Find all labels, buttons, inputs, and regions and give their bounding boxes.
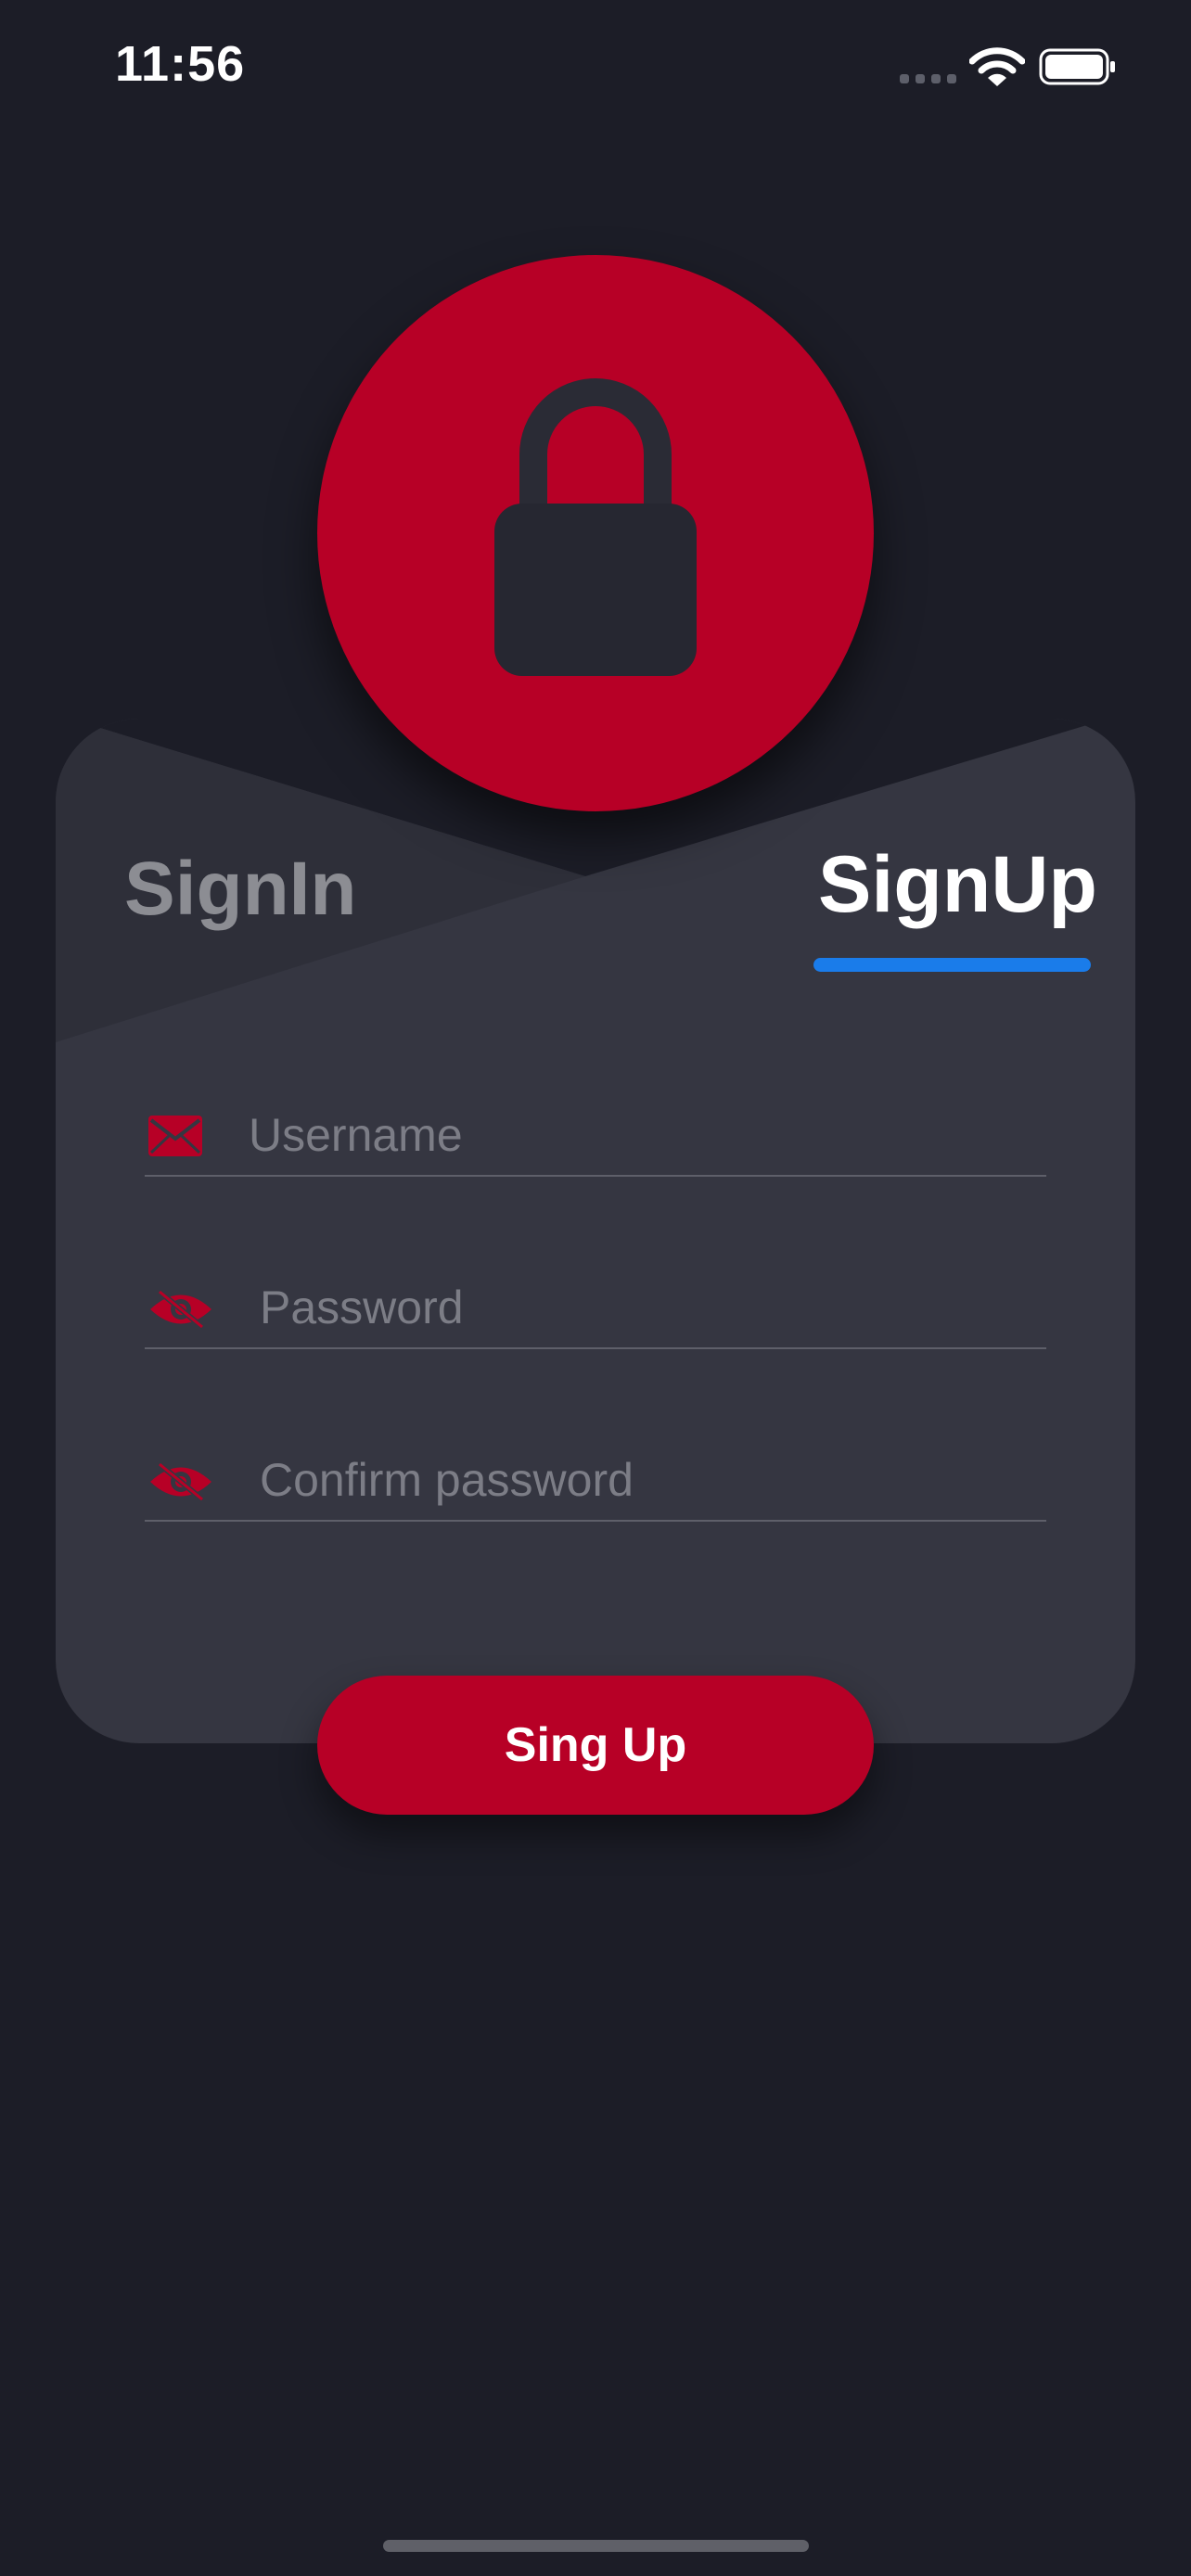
wifi-icon	[968, 46, 1026, 87]
tab-signin[interactable]: SignIn	[124, 846, 357, 933]
sign-up-button[interactable]: Sing Up	[317, 1676, 874, 1815]
password-placeholder: Password	[260, 1282, 464, 1333]
cellular-signal-icon	[900, 74, 957, 83]
battery-icon	[1039, 48, 1117, 85]
username-placeholder: Username	[249, 1109, 463, 1161]
username-field[interactable]: Username	[145, 1064, 1046, 1177]
password-field[interactable]: Password	[145, 1236, 1046, 1349]
padlock-icon	[494, 378, 697, 676]
lock-badge	[317, 255, 874, 811]
tab-signup[interactable]: SignUp	[818, 839, 1097, 931]
active-tab-indicator	[813, 958, 1091, 972]
home-indicator[interactable]	[383, 2540, 809, 2552]
envelope-icon	[148, 1116, 202, 1161]
eye-slash-icon[interactable]	[148, 1288, 213, 1335]
confirm-password-placeholder: Confirm password	[260, 1454, 634, 1506]
status-time: 11:56	[115, 36, 246, 92]
confirm-password-field[interactable]: Confirm password	[145, 1409, 1046, 1522]
eye-slash-icon[interactable]	[148, 1460, 213, 1508]
